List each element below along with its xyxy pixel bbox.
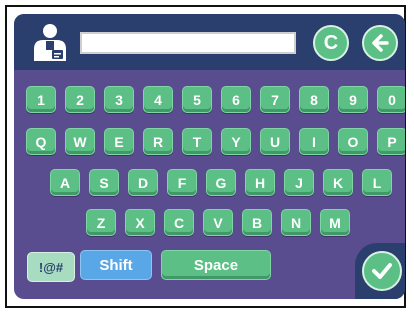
- key-5[interactable]: 5: [182, 86, 212, 113]
- key-x[interactable]: X: [125, 209, 155, 236]
- key-6[interactable]: 6: [221, 86, 251, 113]
- text-input[interactable]: [80, 32, 296, 54]
- key-r[interactable]: R: [143, 128, 173, 155]
- key-3[interactable]: 3: [104, 86, 134, 113]
- key-i[interactable]: I: [299, 128, 329, 155]
- key-f[interactable]: F: [167, 169, 197, 196]
- checkmark-icon: [372, 263, 392, 279]
- keyboard-panel: C 1 2 3 4 5 6 7 8 9 0 Q W E R T Y U I O …: [14, 14, 405, 299]
- key-9[interactable]: 9: [338, 86, 368, 113]
- enter-button[interactable]: [362, 251, 402, 291]
- key-s[interactable]: S: [89, 169, 119, 196]
- backspace-button[interactable]: [362, 25, 398, 61]
- key-u[interactable]: U: [260, 128, 290, 155]
- key-w[interactable]: W: [65, 128, 95, 155]
- user-badge-icon: [34, 24, 66, 61]
- key-t[interactable]: T: [182, 128, 212, 155]
- key-a[interactable]: A: [50, 169, 80, 196]
- key-8[interactable]: 8: [299, 86, 329, 113]
- key-j[interactable]: J: [284, 169, 314, 196]
- symbols-key-label: !@#: [38, 259, 64, 275]
- space-key-label: Space: [193, 256, 239, 274]
- key-1[interactable]: 1: [26, 86, 56, 113]
- key-0[interactable]: 0: [377, 86, 405, 113]
- key-y[interactable]: Y: [221, 128, 251, 155]
- key-e[interactable]: E: [104, 128, 134, 155]
- arrow-left-icon: [372, 34, 389, 52]
- clear-button-label: C: [323, 31, 339, 54]
- key-7[interactable]: 7: [260, 86, 290, 113]
- key-l[interactable]: L: [362, 169, 392, 196]
- space-key[interactable]: Space: [161, 250, 271, 280]
- clear-button[interactable]: C: [313, 25, 349, 61]
- key-z[interactable]: Z: [86, 209, 116, 236]
- key-q[interactable]: Q: [26, 128, 56, 155]
- key-v[interactable]: V: [203, 209, 233, 236]
- key-b[interactable]: B: [242, 209, 272, 236]
- shift-key[interactable]: Shift: [80, 250, 152, 280]
- key-4[interactable]: 4: [143, 86, 173, 113]
- input-bar: C: [14, 14, 405, 70]
- key-c[interactable]: C: [164, 209, 194, 236]
- key-g[interactable]: G: [206, 169, 236, 196]
- key-d[interactable]: D: [128, 169, 158, 196]
- shift-key-label: Shift: [99, 256, 133, 274]
- key-h[interactable]: H: [245, 169, 275, 196]
- key-m[interactable]: M: [320, 209, 350, 236]
- key-2[interactable]: 2: [65, 86, 95, 113]
- key-k[interactable]: K: [323, 169, 353, 196]
- key-n[interactable]: N: [281, 209, 311, 236]
- key-o[interactable]: O: [338, 128, 368, 155]
- symbols-key[interactable]: !@#: [27, 252, 75, 282]
- key-p[interactable]: P: [377, 128, 405, 155]
